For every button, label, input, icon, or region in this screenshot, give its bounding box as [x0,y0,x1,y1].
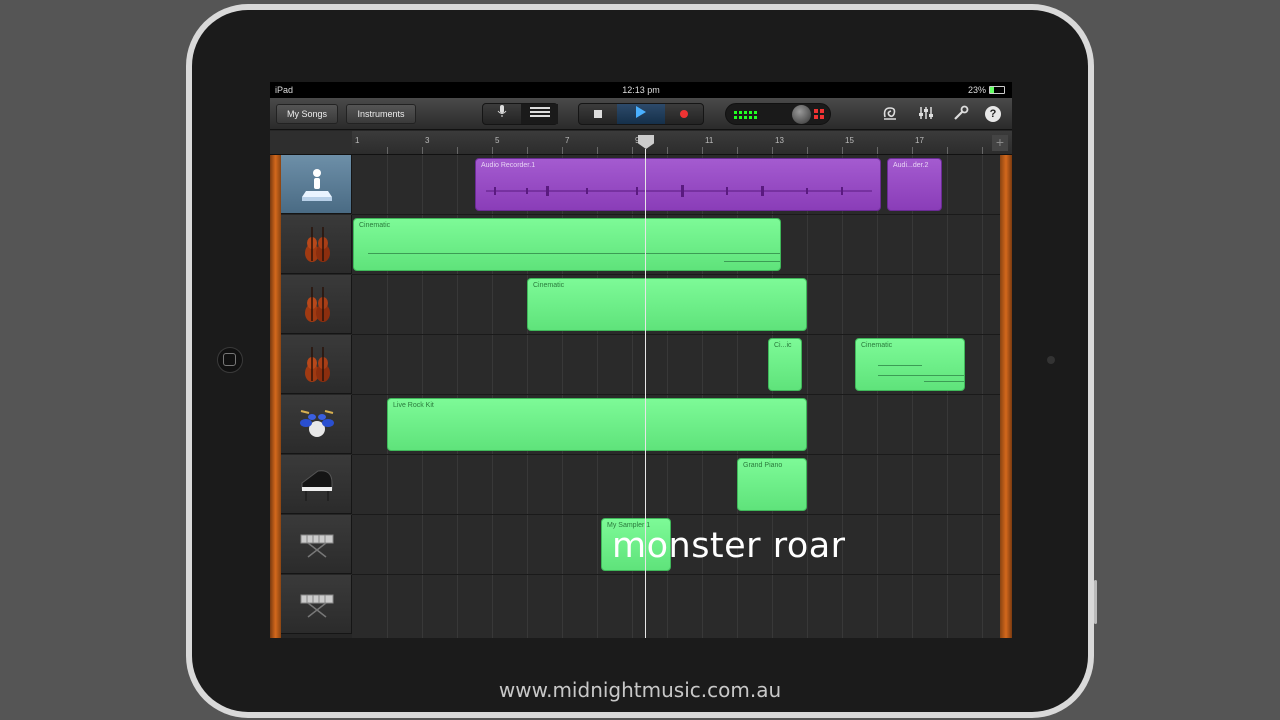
bar-number: 1 [355,136,360,145]
region-label: Cinematic [861,342,893,349]
midi-region[interactable]: Ci...ic [768,338,802,391]
wood-panel-right [1000,155,1012,638]
midi-region[interactable]: Grand Piano [737,458,807,511]
view-segment [482,103,558,125]
bar-number: 17 [915,136,924,145]
strings-icon [305,227,330,262]
microphone-icon[interactable] [483,104,520,124]
track-header-sampler[interactable] [281,515,352,574]
tracks-view-icon[interactable] [521,104,558,124]
midi-region[interactable]: Cinematic [855,338,965,391]
bar-number: 5 [495,136,500,145]
record-icon[interactable] [665,104,703,124]
transport-controls [578,103,704,125]
timeline-ruler[interactable]: 1 3 5 7 9 11 13 15 17 + [352,131,1012,155]
battery-percent: 23% [967,85,986,95]
camera-icon [1047,356,1055,364]
keyboard-icon [300,534,334,558]
add-section-button[interactable]: + [992,135,1008,151]
loop-browser-icon[interactable] [881,105,899,123]
side-switch [1094,580,1097,624]
bar-number: 3 [425,136,430,145]
bar-number: 15 [845,136,854,145]
midi-region[interactable]: Cinematic [353,218,781,271]
bar-number: 11 [705,136,714,145]
waveform [486,185,872,197]
drum-kit-icon [300,410,334,437]
home-square-icon [223,353,236,366]
wood-panel-left [270,155,281,638]
region-label: Ci...ic [774,342,792,349]
region-label: Audi...der.2 [893,162,929,169]
region-label: Grand Piano [743,462,783,469]
keyboard-icon [300,594,334,618]
strings-icon [305,347,330,382]
battery-icon [989,86,1005,94]
toolbar: My Songs Instruments ? [270,98,1012,130]
track-header-audio-recorder[interactable] [281,155,352,214]
instruments-button[interactable]: Instruments [346,104,416,124]
audio-region[interactable]: Audi...der.2 [887,158,942,211]
status-bar: iPad 12:13 pm 23% [270,82,1012,98]
caption-text: monster roar [612,526,846,566]
audio-region[interactable]: Audio Recorder.1 [475,158,881,211]
my-songs-button[interactable]: My Songs [276,104,338,124]
stop-icon[interactable] [579,104,617,124]
region-label: Live Rock Kit [393,402,434,409]
track-header-drums[interactable] [281,395,352,454]
strings-icon [305,287,330,322]
track-header-keyboard[interactable] [281,575,352,634]
video-frame: iPad 12:13 pm 23% My Songs Instruments ?… [0,0,1280,720]
play-icon[interactable] [617,104,665,124]
footer-url: www.midnightmusic.com.au [498,678,782,702]
status-time: 12:13 pm [622,85,660,95]
mixer-icon[interactable] [917,105,935,123]
grand-piano-icon [301,470,333,501]
region-label: Cinematic [533,282,565,289]
ruler-corner [270,131,352,155]
midi-region[interactable]: Live Rock Kit [387,398,807,451]
level-meter [725,103,831,125]
region-label: Audio Recorder.1 [481,162,536,169]
track-header-strings[interactable] [281,215,352,274]
input-level-knob[interactable] [792,105,811,124]
midi-region[interactable]: Cinematic [527,278,807,331]
track-headers [281,155,352,638]
track-header-strings[interactable] [281,275,352,334]
track-header-strings[interactable] [281,335,352,394]
bar-number: 7 [565,136,570,145]
track-header-piano[interactable] [281,455,352,514]
bar-number: 13 [775,136,784,145]
audio-recorder-icon [302,169,332,201]
settings-wrench-icon[interactable] [952,105,970,123]
region-label: Cinematic [359,222,391,229]
help-icon[interactable]: ? [985,106,1001,122]
